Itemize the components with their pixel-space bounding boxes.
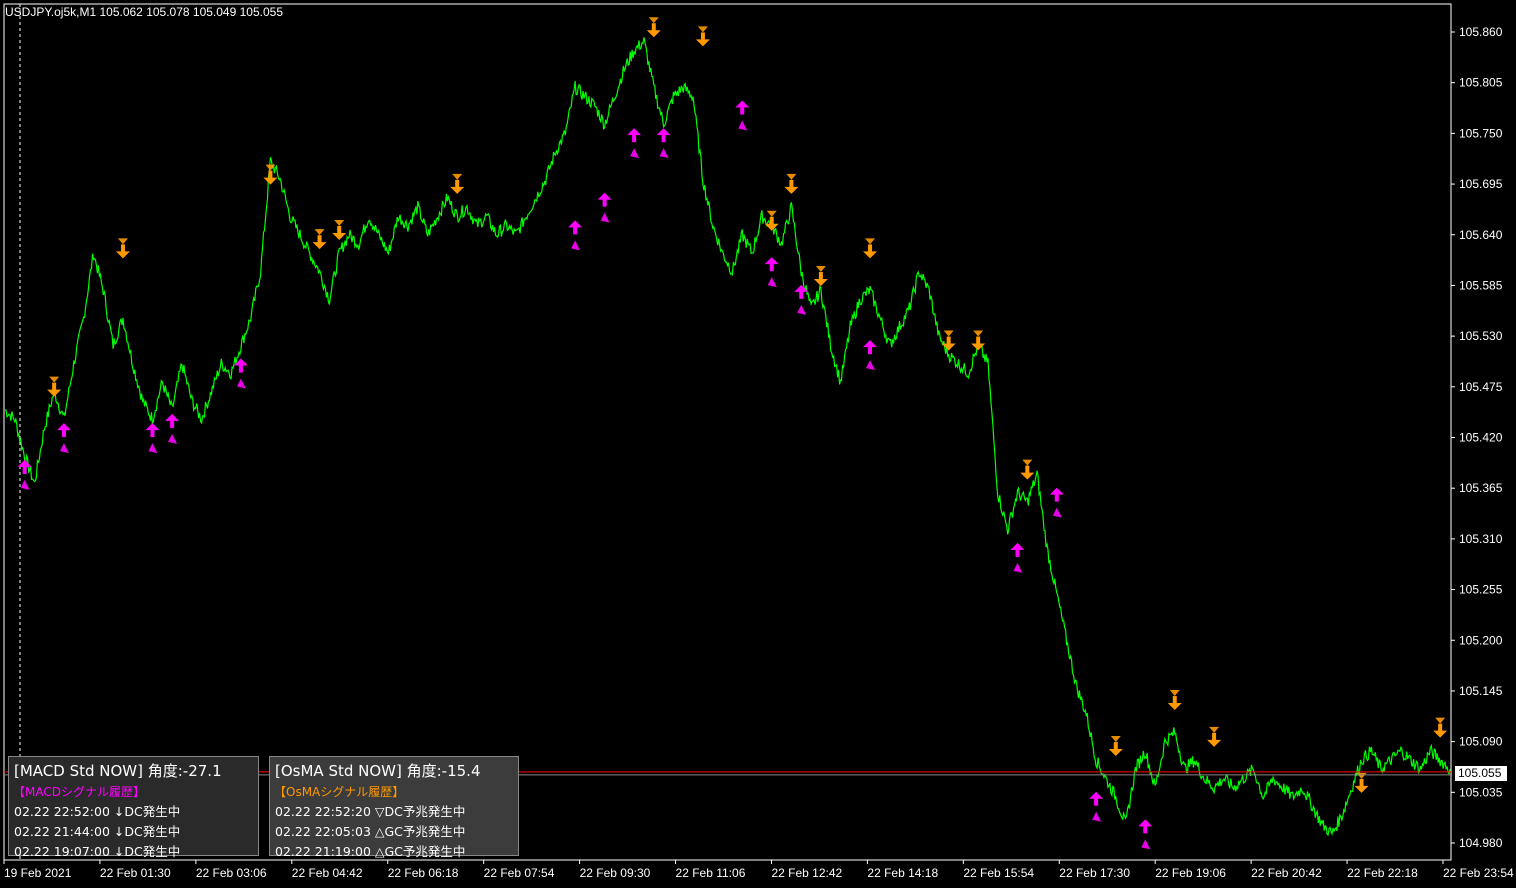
- x-axis: 19 Feb 2021 22 Feb 01:30 22 Feb 03:06 22 Fe…: [3, 860, 1514, 880]
- x-tick-label: 22 Feb 12:42: [771, 866, 842, 880]
- y-tick-label: 105.035: [1459, 785, 1503, 799]
- y-tick-label: 105.640: [1459, 228, 1503, 242]
- x-tick-label: 22 Feb 07:54: [484, 866, 555, 880]
- y-tick-label: 105.805: [1459, 76, 1503, 90]
- osma-history-row: 02.22 22:05:03 △GC予兆発生中: [275, 824, 466, 839]
- osma-history-row: 02.22 21:19:00 △GC予兆発生中: [275, 844, 466, 859]
- y-tick-label: 105.145: [1459, 684, 1503, 698]
- y-tick-label: 105.695: [1459, 177, 1503, 191]
- y-tick-label: 105.585: [1459, 278, 1503, 292]
- macd-history-row: 02.22 22:52:00 ↓DC発生中: [14, 804, 181, 819]
- x-tick-label: 22 Feb 01:30: [100, 866, 171, 880]
- x-tick-label: 22 Feb 20:42: [1251, 866, 1322, 880]
- y-tick-label: 105.310: [1459, 532, 1503, 546]
- x-tick-label: 22 Feb 22:18: [1347, 866, 1418, 880]
- macd-panel-subtitle: 【MACDシグナル履歴】: [13, 785, 145, 799]
- x-tick-label: 22 Feb 19:06: [1155, 866, 1226, 880]
- x-tick-label: 22 Feb 17:30: [1059, 866, 1130, 880]
- x-tick-label: 22 Feb 15:54: [963, 866, 1034, 880]
- price-chart: 105.860 105.805 105.750 105.695 105.640 105.5…: [3, 3, 1514, 880]
- x-tick-label: 22 Feb 09:30: [580, 866, 651, 880]
- symbol-header: USDJPY.oj5k,M1 105.062 105.078 105.049 1…: [5, 5, 283, 19]
- y-tick-label: 105.200: [1459, 633, 1503, 647]
- osma-signal-panel: [OsMA Std NOW] 角度:-15.4 【OsMAシグナル履歴】 02.…: [269, 756, 519, 859]
- y-tick-label: 105.860: [1459, 25, 1503, 39]
- current-price-label: 105.055: [1455, 766, 1507, 781]
- y-tick-label: 105.365: [1459, 481, 1503, 495]
- chart-frame: [3, 3, 1452, 861]
- y-tick-label: 105.255: [1459, 583, 1503, 597]
- x-tick-label: 22 Feb 03:06: [196, 866, 267, 880]
- x-tick-label: 22 Feb 11:06: [676, 866, 746, 880]
- osma-panel-title: [OsMA Std NOW] 角度:-15.4: [275, 762, 481, 780]
- osma-panel-subtitle: 【OsMAシグナル履歴】: [274, 785, 405, 799]
- y-tick-label: 105.475: [1459, 380, 1503, 394]
- macd-history-row: 02.22 21:44:00 ↓DC発生中: [14, 824, 181, 839]
- x-tick-label: 22 Feb 06:18: [388, 866, 459, 880]
- macd-signal-panel: [MACD Std NOW] 角度:-27.1 【MACDシグナル履歴】 02.…: [8, 756, 259, 859]
- y-tick-label: 104.980: [1459, 836, 1503, 850]
- osma-history-row: 02.22 22:52:20 ▽DC予兆発生中: [275, 804, 466, 819]
- y-axis: 105.860 105.805 105.750 105.695 105.640 105.5…: [1451, 25, 1503, 850]
- y-tick-label: 105.420: [1459, 431, 1503, 445]
- x-tick-label: 22 Feb 23:54: [1443, 866, 1514, 880]
- y-tick-label: 105.530: [1459, 329, 1503, 343]
- y-tick-label: 105.750: [1459, 126, 1503, 140]
- x-tick-label: 19 Feb 2021: [4, 866, 72, 880]
- macd-panel-title: [MACD Std NOW] 角度:-27.1: [14, 762, 222, 780]
- macd-history-row: 02.22 19:07:00 ↓DC発生中: [14, 844, 181, 859]
- x-tick-label: 22 Feb 04:42: [292, 866, 363, 880]
- y-tick-label: 105.090: [1459, 735, 1503, 749]
- x-tick-label: 22 Feb 14:18: [867, 866, 938, 880]
